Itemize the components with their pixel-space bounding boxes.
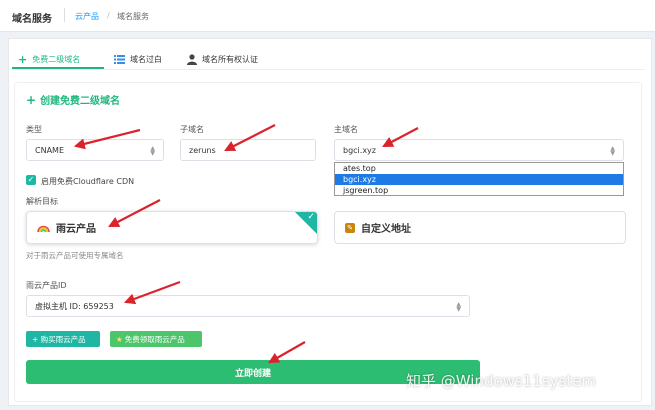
main-domain-select-value: bgci.xyz: [343, 145, 376, 155]
plus-icon: +: [26, 92, 37, 107]
list-icon: [114, 54, 125, 64]
checkmark-icon: ✓: [307, 212, 315, 222]
tab-label: 域名所有权认证: [202, 54, 258, 64]
breadcrumb-separator: /: [107, 11, 110, 20]
type-select[interactable]: CNAME ▲ ▼: [26, 139, 164, 161]
subdomain-input[interactable]: zeruns: [180, 139, 316, 161]
breadcrumb-cloud-products[interactable]: 云产品: [75, 11, 99, 22]
buy-product-button[interactable]: + 购买雨云产品: [26, 331, 100, 347]
main-domain-label: 主域名: [334, 125, 358, 134]
main-domain-dropdown: ates.top bgci.xyz jsgreen.top: [334, 162, 624, 196]
tab-domain-ownership[interactable]: 域名所有权认证: [187, 50, 258, 68]
tab-free-subdomain[interactable]: + 免费二级域名: [18, 50, 80, 68]
cdn-checkbox[interactable]: ✓: [26, 175, 36, 185]
dropdown-option-selected[interactable]: bgci.xyz: [335, 174, 623, 185]
target-option-rainyun[interactable]: 雨云产品 ✓: [26, 211, 318, 244]
header-divider: [64, 8, 65, 22]
main-domain-select[interactable]: bgci.xyz ▲ ▼: [334, 139, 624, 161]
section-title-text: 创建免费二级域名: [40, 96, 121, 107]
star-icon: ★: [116, 334, 123, 344]
plus-icon: +: [18, 52, 28, 66]
tab-label: 域名过白: [130, 54, 162, 64]
rainbow-icon: [37, 225, 50, 232]
dropdown-option[interactable]: ates.top: [335, 163, 623, 174]
page-title: 域名服务: [12, 14, 52, 25]
page-header: 域名服务 云产品 / 域名服务: [0, 0, 655, 32]
updown-arrows-icon: ▲ ▼: [456, 301, 461, 313]
tab-domain-whitelist[interactable]: 域名过白: [114, 50, 162, 68]
target-label: 解析目标: [26, 197, 58, 206]
checkmark-icon: ✓: [27, 175, 35, 184]
target-option-custom[interactable]: ✎ 自定义地址: [334, 211, 626, 244]
buy-product-button-label: + 购买雨云产品: [32, 334, 86, 344]
target-option-label: 雨云产品: [56, 224, 96, 235]
product-id-select[interactable]: 虚拟主机 ID: 659253 ▲ ▼: [26, 295, 470, 317]
updown-arrows-icon: ▲ ▼: [610, 145, 615, 157]
cdn-checkbox-label[interactable]: 启用免费Cloudflare CDN: [41, 176, 134, 187]
watermark: 知乎 @Windows11system: [406, 372, 597, 390]
type-select-value: CNAME: [35, 145, 64, 155]
updown-arrows-icon: ▲ ▼: [150, 145, 155, 157]
type-label: 类型: [26, 125, 42, 134]
custom-address-icon: ✎: [345, 222, 355, 233]
tab-label: 免费二级域名: [32, 54, 81, 64]
product-id-label: 雨云产品ID: [26, 281, 67, 290]
create-button-label: 立即创建: [234, 368, 271, 379]
section-title: + 创建免费二级域名: [26, 92, 121, 108]
free-product-button-label: 免费领取雨云产品: [124, 334, 185, 344]
user-icon: [187, 53, 197, 65]
product-id-select-value: 虚拟主机 ID: 659253: [35, 301, 114, 311]
free-product-button[interactable]: ★ 免费领取雨云产品: [110, 331, 202, 347]
tabbar-divider: [12, 69, 645, 70]
target-option-label: 自定义地址: [361, 224, 411, 235]
dropdown-option[interactable]: jsgreen.top: [335, 185, 623, 196]
target-hint: 对于雨云产品可使用专属域名: [26, 251, 124, 260]
breadcrumb-domain-service: 域名服务: [117, 12, 149, 21]
subdomain-input-value: zeruns: [189, 145, 216, 155]
subdomain-label: 子域名: [180, 125, 204, 134]
